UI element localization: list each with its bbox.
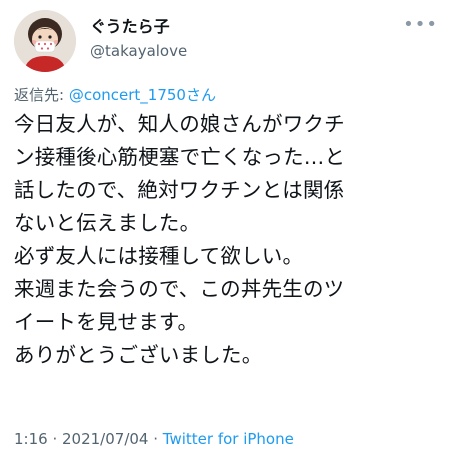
tweet-header: ぐうたら子 @takayalove ••• [14, 10, 440, 74]
user-names: ぐうたら子 @takayalove [90, 16, 187, 62]
meta-separator: · [148, 430, 163, 448]
avatar[interactable] [14, 10, 76, 72]
display-name[interactable]: ぐうたら子 [90, 16, 187, 38]
tweet-date[interactable]: 2021/07/04 [62, 430, 148, 448]
meta-separator: · [47, 430, 62, 448]
user-handle[interactable]: @takayalove [90, 40, 187, 62]
avatar-illustration [14, 10, 76, 72]
reply-mention-link[interactable]: @concert_1750さん [69, 86, 216, 104]
tweet-text: 今日友人が、知人の娘さんがワクチ ン接種後心筋梗塞で亡くなった…と 話したので、… [14, 112, 346, 367]
reply-to-prefix: 返信先: [14, 86, 69, 104]
tweet-meta: 1:16 · 2021/07/04 · Twitter for iPhone [14, 428, 294, 450]
tweet-time[interactable]: 1:16 [14, 430, 48, 448]
reply-to-line: 返信先: @concert_1750さん [14, 84, 216, 106]
tweet-card: ぐうたら子 @takayalove ••• 返信先: @concert_1750… [0, 0, 454, 459]
more-options-icon[interactable]: ••• [403, 16, 438, 34]
tweet-source-link[interactable]: Twitter for iPhone [163, 430, 294, 448]
